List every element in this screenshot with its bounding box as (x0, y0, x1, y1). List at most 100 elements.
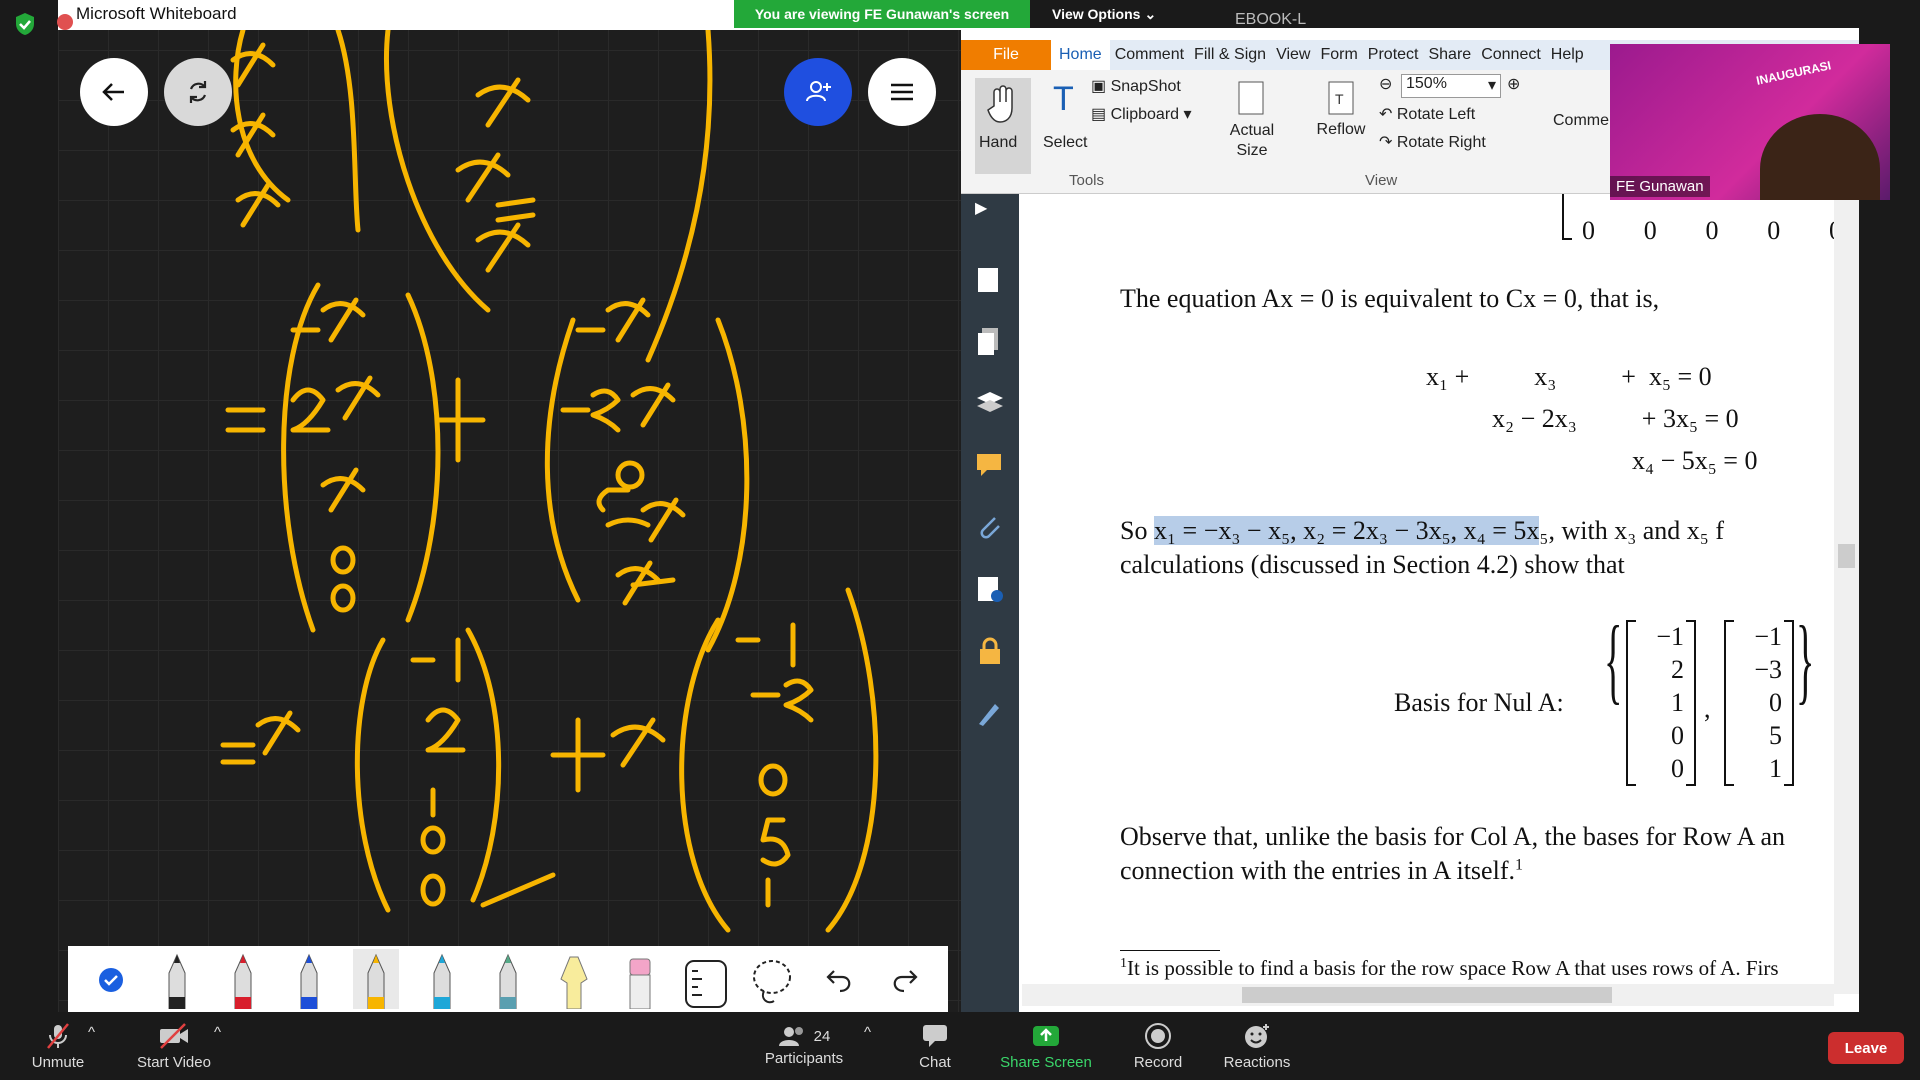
reactions-button[interactable]: Reactions (1222, 1022, 1292, 1071)
hscroll-thumb[interactable] (1242, 987, 1612, 1003)
lock-icon[interactable] (975, 636, 1005, 666)
comment-button[interactable]: Comme (1553, 112, 1609, 130)
pen-blue-tool[interactable] (286, 949, 332, 1009)
leave-button[interactable]: Leave (1828, 1032, 1904, 1064)
back-button[interactable] (80, 58, 148, 126)
scroll-thumb[interactable] (1838, 544, 1855, 568)
zoom-select[interactable]: 150% ▾ (1401, 74, 1501, 98)
vector-entry: 5 (1769, 721, 1782, 750)
vector-entry: 2 (1671, 655, 1684, 684)
undo-tool[interactable] (816, 949, 862, 1009)
footnote-rule (1120, 950, 1220, 951)
mic-muted-icon (47, 1023, 69, 1049)
menu-view[interactable]: View (1271, 46, 1315, 64)
pen-black-tool[interactable] (154, 949, 200, 1009)
menu-share[interactable]: Share (1423, 46, 1476, 64)
pen-yellow-icon (367, 953, 385, 1009)
pen-rainbow-tool[interactable] (485, 949, 531, 1009)
view-options-button[interactable]: View Options ⌄ (1052, 0, 1156, 28)
pen-sign-icon[interactable] (975, 698, 1005, 728)
participants-caret[interactable]: ^ (864, 1024, 871, 1041)
basis-vector-2: −1 −3 0 5 1 (1734, 620, 1782, 785)
pen-cyan-icon (433, 953, 451, 1009)
attachment-icon[interactable] (975, 512, 1005, 542)
rotate-left-button[interactable]: ↶ Rotate Left (1379, 104, 1475, 124)
pages-icon[interactable] (975, 264, 1005, 294)
menu-protect[interactable]: Protect (1363, 46, 1424, 64)
participants-icon (778, 1027, 803, 1046)
eraser-tool[interactable] (617, 949, 663, 1009)
pen-yellow-tool[interactable] (352, 949, 399, 1009)
participants-label: Participants (764, 1050, 844, 1067)
video-options-caret[interactable]: ^ (214, 1024, 221, 1041)
matrix-cell: 0 (1582, 216, 1595, 245)
zoom-out-icon[interactable]: ⊖ (1379, 74, 1392, 94)
comma: , (1704, 694, 1711, 723)
hand-label: Hand (979, 134, 1018, 151)
share-screen-label: Share Screen (1000, 1054, 1092, 1071)
menu-fill-sign[interactable]: Fill & Sign (1189, 46, 1271, 64)
participants-button[interactable]: 24 Participants (756, 1022, 852, 1067)
menu-form[interactable]: Form (1315, 46, 1362, 64)
redo-tool[interactable] (882, 949, 928, 1009)
rotate-right-icon: ↷ (1379, 134, 1397, 151)
lasso-tool[interactable] (749, 949, 795, 1009)
hamburger-icon (891, 83, 913, 101)
vector-entry: 0 (1769, 688, 1782, 717)
copy-icon[interactable] (975, 326, 1005, 356)
invite-button[interactable] (784, 58, 852, 126)
chevron-down-icon: ⌄ (1144, 5, 1157, 22)
rotate-right-button[interactable]: ↷ Rotate Right (1379, 132, 1486, 152)
share-screen-button[interactable]: Share Screen (996, 1022, 1096, 1071)
view-options-label: View Options (1052, 6, 1141, 22)
pen-red-tool[interactable] (220, 949, 266, 1009)
whiteboard-canvas[interactable] (58, 0, 961, 1012)
chat-button[interactable]: Chat (910, 1022, 960, 1071)
vertical-scrollbar[interactable] (1834, 194, 1859, 994)
pen-cyan-tool[interactable] (419, 949, 465, 1009)
select-button[interactable]: T Select (1039, 78, 1095, 174)
solution-sentence: So x₁ = −x₃ − x₅, x₂ = 2x₃ − 3x₅, x₄ = 5… (1120, 516, 1724, 546)
start-video-button[interactable]: Start Video (134, 1022, 214, 1071)
snapshot-button[interactable]: ▣ SnapShot (1091, 76, 1181, 96)
footnote-text: It is possible to find a basis for the r… (1127, 956, 1779, 980)
chat-label: Chat (919, 1054, 951, 1071)
expand-arrow-icon[interactable]: ▶ (975, 198, 1005, 228)
basis-vector-1: −1 2 1 0 0 (1636, 620, 1684, 785)
record-button[interactable]: Record (1128, 1022, 1188, 1071)
menu-comment[interactable]: Comment (1110, 46, 1189, 64)
reactions-label: Reactions (1223, 1054, 1291, 1071)
layers-icon[interactable] (975, 388, 1005, 418)
zoom-in-icon[interactable]: ⊕ (1507, 74, 1520, 94)
ruler-tool[interactable] (683, 949, 729, 1009)
highlighter-tool[interactable] (551, 949, 597, 1009)
sync-button[interactable] (164, 58, 232, 126)
unmute-button[interactable]: Unmute (28, 1022, 88, 1071)
highlighted-text[interactable]: x₁ = −x₃ − x₅, x₂ = 2x₃ − 3x₅, x₄ = 5x (1153, 516, 1540, 545)
equation-sentence: The equation Ax = 0 is equivalent to Cx … (1120, 284, 1660, 313)
menu-button[interactable] (868, 58, 936, 126)
solution-prefix: So (1120, 516, 1154, 545)
actual-size-button[interactable]: Actual Size (1221, 78, 1281, 174)
reflow-icon: T (1328, 81, 1354, 115)
smiley-icon (1245, 1024, 1269, 1048)
pen-red-icon (234, 953, 252, 1009)
comments-icon[interactable] (975, 450, 1005, 480)
vector1-bracket-right (1686, 620, 1696, 786)
equation-line-2: x₂ − 2x₃ + 3x₅ = 0 (1492, 404, 1739, 433)
audio-options-caret[interactable]: ^ (88, 1024, 95, 1041)
menu-connect[interactable]: Connect (1476, 46, 1546, 64)
hand-button[interactable]: Hand (975, 78, 1031, 174)
signature-icon[interactable] (975, 574, 1005, 604)
reflow-button[interactable]: T Reflow (1311, 78, 1371, 174)
menu-home[interactable]: Home (1051, 40, 1110, 70)
menu-file[interactable]: File (961, 40, 1051, 70)
menu-help[interactable]: Help (1546, 46, 1589, 64)
horizontal-scrollbar[interactable] (1022, 984, 1834, 1006)
arrow-left-icon (102, 83, 124, 101)
select-check-tool[interactable] (88, 949, 134, 1009)
matrix-cell: 0 (1643, 216, 1657, 245)
snapshot-label: SnapShot (1110, 78, 1181, 95)
clipboard-button[interactable]: ▤ Clipboard ▾ (1091, 104, 1192, 124)
select-label: Select (1043, 134, 1088, 151)
